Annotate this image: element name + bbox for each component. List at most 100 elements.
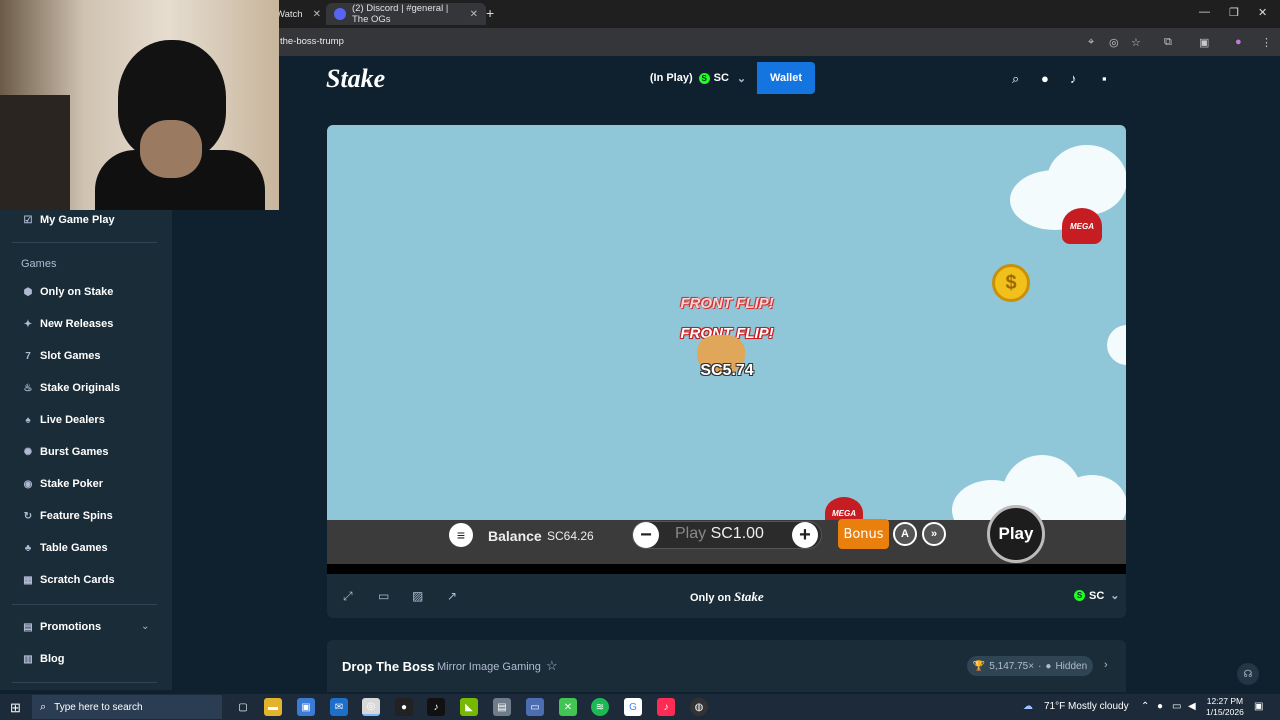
extensions-icon[interactable]: ⧉	[1164, 36, 1172, 49]
sidebar-item-label: Table Games	[40, 542, 108, 554]
weather-text[interactable]: 71°F Mostly cloudy	[1044, 701, 1129, 712]
hamburger-menu-icon[interactable]: ≡	[449, 523, 473, 547]
app-icon[interactable]: ✕	[559, 698, 577, 716]
theatre-mode-icon[interactable]: ▭	[378, 589, 389, 603]
clock-date: 1/15/2026	[1206, 707, 1244, 717]
sidebar-item-stake-poker[interactable]: ◉ Stake Poker	[22, 474, 103, 494]
sidebar-item-label: New Releases	[40, 318, 114, 330]
sc-coin-icon: S	[1074, 590, 1085, 601]
new-tab-button[interactable]: +	[486, 5, 494, 21]
stats-chart-icon[interactable]: ▨	[412, 589, 423, 603]
network-icon[interactable]: ▭	[1172, 701, 1181, 712]
currency-label: SC	[713, 72, 729, 84]
sidepanel-icon[interactable]: ▣	[1199, 36, 1209, 49]
balance-selector[interactable]: (In Play) S SC ⌄	[639, 62, 757, 94]
sidebar-item-burst-games[interactable]: ✺ Burst Games	[22, 442, 109, 462]
only-on-brand: Stake	[734, 589, 764, 604]
profile-icon[interactable]: ●	[1235, 36, 1242, 48]
weather-cloud-icon: ☁	[1023, 701, 1033, 712]
sidebar-item-promotions[interactable]: ▤ Promotions	[22, 617, 101, 637]
spotify-icon[interactable]: ≋	[591, 698, 609, 716]
file-explorer-icon[interactable]: ▬	[264, 698, 282, 716]
close-icon[interactable]: ✕	[470, 9, 478, 20]
taskbar-clock[interactable]: 12:27 PM 1/15/2026	[1206, 696, 1244, 718]
google-icon[interactable]: G	[624, 698, 642, 716]
url-text[interactable]: the-boss-trump	[280, 36, 344, 47]
chat-icon[interactable]: ▪	[1102, 71, 1107, 86]
wallet-button[interactable]: Wallet	[757, 62, 815, 94]
chevron-up-icon[interactable]: ⌃	[1141, 701, 1149, 712]
bookmark-star-icon[interactable]: ☆	[1131, 36, 1141, 49]
eye-off-icon[interactable]: ◎	[1109, 36, 1119, 49]
sidebar-item-new-releases[interactable]: ✦ New Releases	[22, 314, 114, 334]
menu-dots-icon[interactable]: ⋮	[1261, 36, 1272, 49]
game-canvas[interactable]: MEGA MEGA $ FRONT FLIP! FRONT FLIP! SC5.…	[327, 125, 1126, 520]
volume-icon[interactable]: ◀	[1188, 701, 1196, 712]
play-button[interactable]: Play	[987, 505, 1045, 563]
sidebar-item-scratch-cards[interactable]: ▦ Scratch Cards	[22, 570, 114, 590]
popout-icon[interactable]: ↗	[447, 589, 457, 603]
app-icon[interactable]: ◍	[690, 698, 708, 716]
tiktok-live-icon[interactable]: ♪	[657, 698, 675, 716]
sidebar-item-live-dealers[interactable]: ♠ Live Dealers	[22, 410, 104, 430]
user-icon[interactable]: ●	[1041, 71, 1049, 86]
browser-tab-discord[interactable]: (2) Discord | #general | The OGs ✕	[326, 3, 486, 25]
decrease-bet-button[interactable]: −	[633, 522, 659, 548]
microphone-icon[interactable]: ●	[1157, 701, 1163, 712]
sidebar-item-label: Feature Spins	[40, 510, 113, 522]
notification-icon[interactable]: ▣	[1254, 701, 1263, 712]
fullscreen-icon[interactable]: ⤢	[343, 589, 353, 604]
task-view-icon[interactable]: ▢	[234, 698, 252, 716]
support-headset-icon[interactable]: ☊	[1237, 663, 1259, 685]
table-icon: ♣	[24, 542, 32, 554]
taskbar-search-input[interactable]: ⌕ Type here to search	[32, 695, 222, 719]
sidebar-item-blog[interactable]: ▥ Blog	[22, 649, 64, 669]
bet-value: SC1.00	[710, 525, 764, 542]
close-window-icon[interactable]: ✕	[1258, 6, 1267, 19]
restore-icon[interactable]: ❐	[1229, 6, 1239, 19]
mail-icon[interactable]: ✉	[330, 698, 348, 716]
browser-tab-watch[interactable]: Watch ✕	[276, 3, 321, 25]
sidebar-item-feature-spins[interactable]: ↻ Feature Spins	[22, 506, 113, 526]
divider	[12, 682, 157, 683]
app-icon[interactable]: ▤	[493, 698, 511, 716]
bonus-button[interactable]: Bonus	[838, 519, 889, 549]
game-provider[interactable]: Mirror Image Gaming	[437, 661, 541, 673]
minimize-icon[interactable]: —	[1199, 6, 1210, 18]
sidebar-item-table-games[interactable]: ♣ Table Games	[22, 538, 108, 558]
autoplay-button[interactable]: A	[893, 522, 917, 546]
sidebar-item-slot-games[interactable]: 7 Slot Games	[22, 346, 100, 366]
visibility-label: Hidden	[1055, 660, 1088, 672]
fast-forward-icon[interactable]: »	[922, 522, 946, 546]
obs-icon[interactable]: ●	[395, 698, 413, 716]
sparkle-icon: ✦	[23, 318, 33, 330]
chevron-right-icon[interactable]: ›	[1104, 659, 1108, 671]
location-icon[interactable]: ⌖	[1088, 36, 1094, 49]
stake-logo[interactable]: Stake	[326, 64, 385, 94]
favorite-star-icon[interactable]: ☆	[546, 658, 558, 674]
sidebar-item-my-game-play[interactable]: ☑ My Game Play	[22, 210, 115, 230]
bet-amount-display: Play SC1.00	[675, 525, 764, 543]
tiktok-icon[interactable]: ♪	[427, 698, 445, 716]
sidebar-item-only-on-stake[interactable]: ⬢ Only on Stake	[22, 282, 114, 302]
cards-icon: ♠	[25, 414, 31, 426]
chevron-down-icon[interactable]: ⌄	[141, 621, 149, 632]
search-icon[interactable]: ⌕	[1012, 71, 1019, 87]
windows-start-icon[interactable]: ⊞	[10, 700, 21, 716]
front-flip-text: FRONT FLIP!	[680, 295, 774, 312]
computer-icon[interactable]: ▭	[526, 698, 544, 716]
max-win-value: 5,147.75×	[989, 660, 1035, 672]
sidebar-item-label: Promotions	[40, 621, 102, 633]
sidebar-item-stake-originals[interactable]: ♨ Stake Originals	[22, 378, 121, 398]
nvidia-icon[interactable]: ◣	[460, 698, 478, 716]
control-bar-bottom	[327, 564, 1126, 574]
store-icon[interactable]: ▣	[297, 698, 315, 716]
slot-icon: 7	[25, 350, 31, 362]
increase-bet-button[interactable]: +	[792, 522, 818, 548]
notification-bell-icon[interactable]: ♪	[1070, 71, 1077, 86]
chrome-icon[interactable]: ◎	[362, 698, 380, 716]
close-icon[interactable]: ✕	[313, 9, 321, 20]
checklist-icon: ☑	[23, 214, 33, 226]
only-on-stake-badge: Only on Stake	[690, 589, 764, 605]
footer-currency-selector[interactable]: S SC ⌄	[1074, 589, 1120, 602]
